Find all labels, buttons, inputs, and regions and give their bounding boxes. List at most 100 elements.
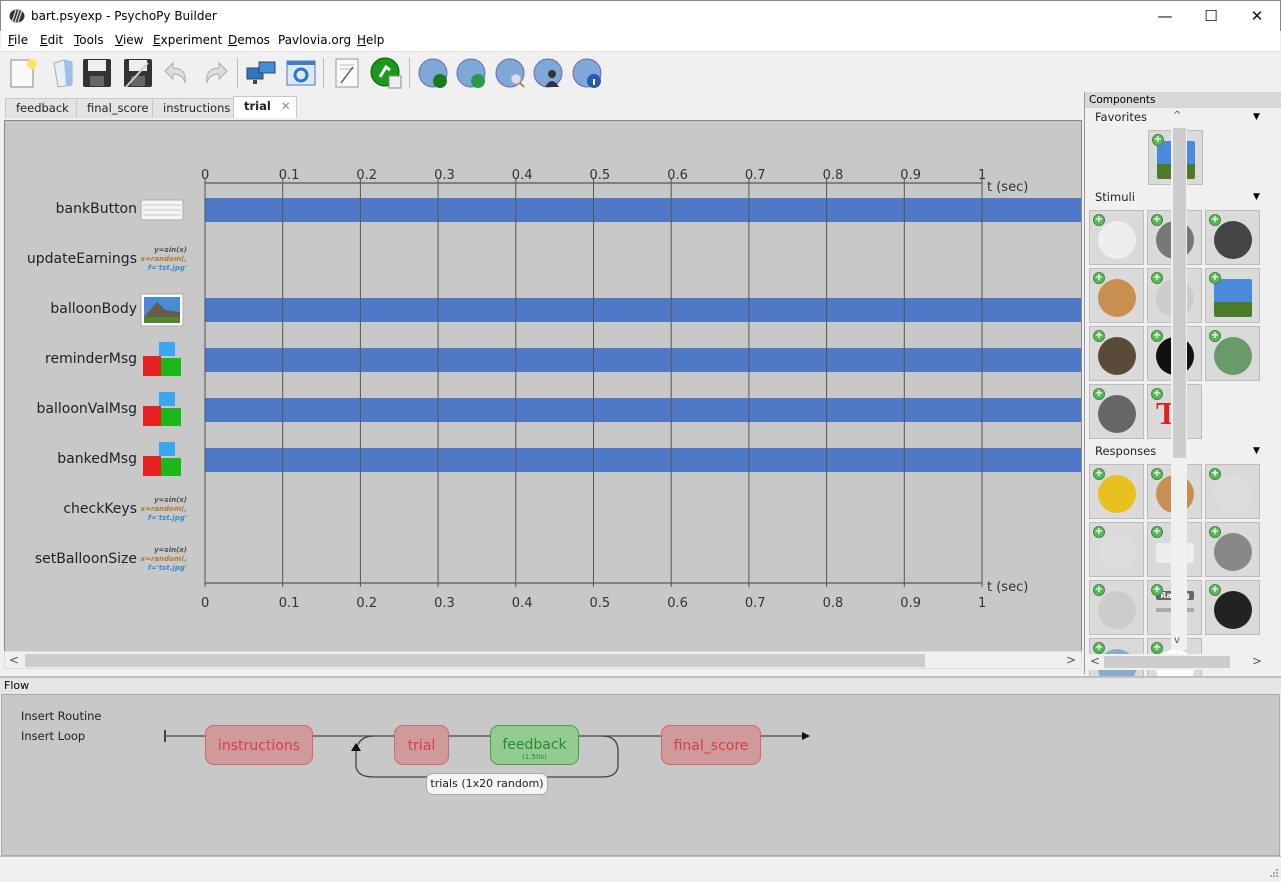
menu-tools[interactable]: Tools (74, 33, 104, 47)
component-row-reminderMsg[interactable]: reminderMsg (5, 340, 185, 380)
time-unit-label-top: t (sec) (987, 180, 1028, 195)
component-row-balloonBody[interactable]: balloonBody (5, 290, 185, 330)
scrollbar-thumb[interactable] (1173, 128, 1186, 458)
flow-routine-final-score[interactable]: final_score (661, 725, 761, 765)
pavlovia-search-button[interactable] (494, 57, 526, 89)
scroll-up-button[interactable]: ^ (1173, 110, 1181, 121)
component-name: balloonValMsg (36, 401, 137, 417)
component-row-bankButton[interactable]: bankButton (5, 190, 185, 230)
tab-final-score[interactable]: final_score (76, 98, 160, 118)
scroll-right-button[interactable]: > (1063, 652, 1079, 668)
monitor-center-button[interactable] (245, 57, 277, 89)
experiment-settings-button[interactable] (285, 57, 317, 89)
category-favorites[interactable]: Favorites (1095, 110, 1147, 124)
form-icon (1098, 279, 1136, 317)
collapse-arrow-icon[interactable]: ▼ (1253, 112, 1260, 122)
component-button-sound[interactable]: + (1089, 384, 1144, 439)
component-button-aperture[interactable]: + (1089, 210, 1144, 265)
add-icon: + (1152, 134, 1164, 146)
component-duration-bar[interactable] (205, 198, 1082, 222)
component-duration-bar[interactable] (205, 448, 1082, 472)
routine-horizontal-scrollbar[interactable]: < > (4, 651, 1082, 669)
slider-icon (1214, 591, 1252, 629)
flow-routine-instructions[interactable]: instructions (205, 725, 313, 765)
tab-feedback[interactable]: feedback (5, 98, 80, 118)
close-window-button[interactable]: ✕ (1234, 1, 1280, 31)
text-blocks-icon (143, 342, 181, 376)
add-icon: + (1093, 584, 1105, 596)
component-button-joybuttons[interactable]: + (1089, 522, 1144, 577)
pavlovia-info-button[interactable] (571, 57, 603, 89)
component-button-mouse[interactable]: + (1089, 580, 1144, 635)
loop-label-trials[interactable]: trials (1x20 random) (426, 773, 548, 795)
scroll-down-button[interactable]: v (1174, 635, 1180, 646)
scroll-left-button[interactable]: < (6, 652, 22, 668)
components-vertical-scrollbar[interactable]: ^ v (1171, 110, 1187, 650)
component-button-movie[interactable]: + (1089, 326, 1144, 381)
redo-button[interactable] (199, 57, 231, 89)
component-row-setBalloonSize[interactable]: setBalloonSize y=sin(x) x=random(, f='tst.j… (5, 540, 187, 580)
category-responses[interactable]: Responses (1095, 444, 1156, 458)
menu-help[interactable]: Help (357, 33, 384, 47)
tab-trial[interactable]: trial ✕ (233, 96, 298, 118)
save-button[interactable] (81, 57, 113, 89)
component-row-checkKeys[interactable]: checkKeys y=sin(x) x=random(, f='tst.jpg' (5, 490, 187, 530)
component-button-joystick[interactable]: + (1205, 464, 1260, 519)
add-icon: + (1151, 642, 1163, 654)
toolbar-separator (409, 58, 410, 88)
flow-routine-feedback[interactable]: feedback (1.50s) (490, 725, 579, 765)
component-button-microphone[interactable]: + (1205, 522, 1260, 577)
collapse-arrow-icon[interactable]: ▼ (1253, 192, 1260, 202)
pavlovia-sync-button[interactable] (455, 57, 487, 89)
new-file-button[interactable] (8, 57, 40, 89)
pavlovia-user-button[interactable] (532, 57, 564, 89)
menu-experiment[interactable]: Experiment (153, 33, 222, 47)
scroll-left-button[interactable]: < (1090, 654, 1100, 668)
menu-demos[interactable]: Demos (228, 33, 270, 47)
toolbar-separator (237, 58, 238, 88)
category-stimuli[interactable]: Stimuli (1095, 190, 1135, 204)
scrollbar-thumb[interactable] (25, 654, 925, 667)
close-tab-icon[interactable]: ✕ (281, 99, 291, 113)
flow-routine-trial[interactable]: trial (394, 725, 449, 765)
run-button[interactable] (370, 57, 402, 89)
undo-button[interactable] (161, 57, 193, 89)
time-tick-label-bottom: 0.2 (356, 596, 377, 611)
component-duration-bar[interactable] (205, 298, 1082, 322)
menu-edit[interactable]: Edit (40, 33, 63, 47)
component-button-image[interactable]: + (1205, 268, 1260, 323)
undo-icon (164, 61, 186, 84)
compile-script-button[interactable] (331, 57, 363, 89)
collapse-arrow-icon[interactable]: ▼ (1253, 446, 1260, 456)
code-icon: y=sin(x) x=random(, f='tst.jpg' (140, 546, 187, 572)
scrollbar-thumb[interactable] (1104, 656, 1230, 668)
add-icon: + (1209, 330, 1221, 342)
component-row-updateEarnings[interactable]: updateEarnings y=sin(x) x=random(, f='tst.j… (5, 240, 187, 280)
resize-grip-icon[interactable] (1268, 869, 1278, 879)
component-duration-bar[interactable] (205, 348, 1082, 372)
pavlovia-sync-run-button[interactable] (417, 57, 449, 89)
component-button-grating[interactable]: + (1205, 210, 1260, 265)
menu-pavlovia[interactable]: Pavlovia.org (278, 33, 351, 47)
save-as-button[interactable] (122, 57, 154, 89)
scroll-right-button[interactable]: > (1252, 654, 1262, 668)
maximize-button[interactable]: ☐ (1188, 1, 1234, 31)
menu-view[interactable]: View (115, 33, 143, 47)
menu-file[interactable]: File (8, 33, 28, 47)
component-button-brush[interactable]: + (1089, 464, 1144, 519)
component-button-polygon[interactable]: + (1205, 326, 1260, 381)
time-tick-label-top: 0.8 (823, 168, 844, 183)
settings-window-icon (286, 60, 316, 86)
tab-instructions[interactable]: instructions (152, 98, 242, 118)
component-row-balloonValMsg[interactable]: balloonValMsg (5, 390, 185, 430)
open-file-button[interactable] (48, 57, 80, 89)
text-blocks-icon (143, 442, 181, 476)
component-duration-bar[interactable] (205, 398, 1082, 422)
component-button-slider[interactable]: + (1205, 580, 1260, 635)
minimize-button[interactable]: — (1142, 1, 1188, 31)
component-row-bankedMsg[interactable]: bankedMsg (5, 440, 185, 480)
components-horizontal-scrollbar[interactable]: < > (1086, 654, 1266, 670)
add-icon: + (1151, 468, 1163, 480)
component-name: setBalloonSize (34, 551, 137, 567)
component-button-form[interactable]: + (1089, 268, 1144, 323)
